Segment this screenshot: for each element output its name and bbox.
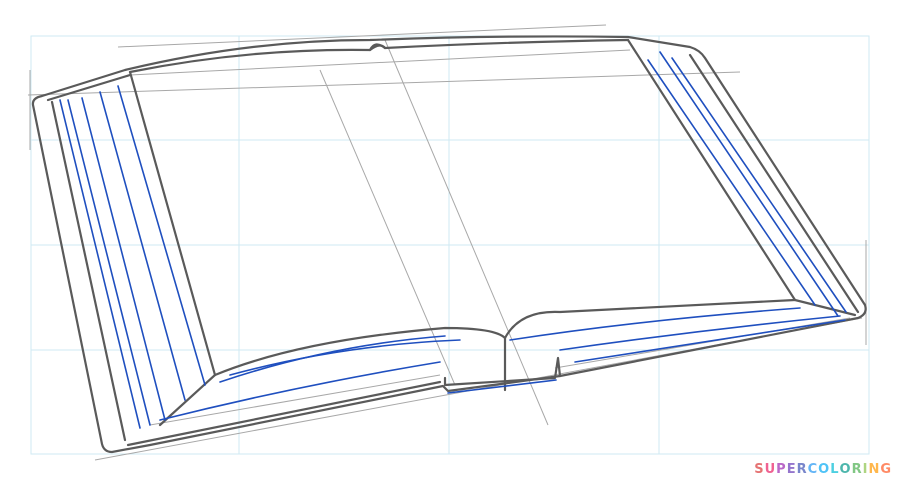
- supercoloring-watermark: SUPERCOLORING: [754, 462, 892, 477]
- watermark-letter: P: [776, 462, 787, 477]
- watermark-letter: U: [764, 462, 777, 477]
- watermark-letter: O: [818, 462, 831, 477]
- watermark-letter: N: [868, 462, 881, 477]
- watermark-letter: E: [786, 462, 797, 477]
- watermark-letter: G: [880, 462, 892, 477]
- book-drawing-canvas: [27, 24, 870, 461]
- construction-lines: [27, 24, 867, 461]
- watermark-letter: S: [754, 462, 765, 477]
- watermark-letter: R: [796, 462, 808, 477]
- watermark-letter: C: [807, 462, 819, 477]
- watermark-letter: L: [830, 462, 840, 477]
- watermark-letter: R: [851, 462, 863, 477]
- watermark-letter: O: [839, 462, 852, 477]
